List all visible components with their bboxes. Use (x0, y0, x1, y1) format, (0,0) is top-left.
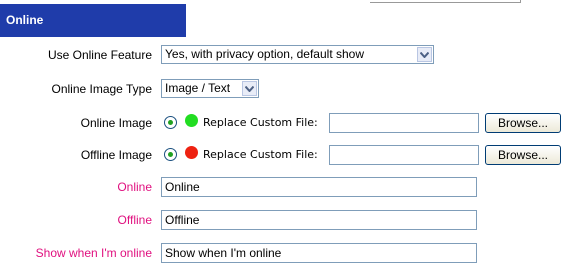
green-dot-icon (185, 114, 198, 127)
top-edge-fragment (370, 0, 521, 3)
chevron-down-icon[interactable] (242, 81, 257, 96)
row-online-image-type: Online Image Type Image / Text (0, 78, 569, 100)
radio-selected-icon (168, 120, 173, 125)
online-image-type-select[interactable]: Image / Text (161, 79, 259, 98)
offline-replace-label: Replace Custom File: (203, 148, 318, 161)
online-image-browse-button[interactable]: Browse... (485, 113, 561, 133)
red-dot-icon (185, 146, 198, 159)
row-online-text: Online Online (0, 176, 569, 198)
offline-text-input[interactable]: Offline (161, 210, 477, 230)
use-online-feature-select[interactable]: Yes, with privacy option, default show (161, 45, 434, 64)
show-when-online-input[interactable]: Show when I'm online (161, 243, 477, 263)
row-offline-image: Offline Image Replace Custom File: Brows… (0, 144, 569, 166)
offline-image-browse-button[interactable]: Browse... (485, 145, 561, 165)
section-header: Online (0, 4, 186, 37)
section-title: Online (6, 13, 44, 27)
radio-selected-icon (168, 152, 173, 157)
offline-image-radio[interactable] (164, 148, 177, 161)
online-replace-label: Replace Custom File: (203, 116, 318, 129)
chevron-down-icon[interactable] (417, 47, 432, 62)
use-online-feature-value: Yes, with privacy option, default show (165, 47, 365, 61)
offline-image-file-input[interactable] (329, 145, 479, 165)
offline-text-label: Offline (117, 213, 152, 227)
use-online-feature-label: Use Online Feature (47, 48, 152, 62)
offline-image-label: Offline Image (80, 148, 152, 162)
row-offline-text: Offline Offline (0, 209, 569, 231)
row-online-image: Online Image Replace Custom File: Browse… (0, 112, 569, 134)
row-show-when-online: Show when I'm online Show when I'm onlin… (0, 242, 569, 264)
online-text-input[interactable]: Online (161, 177, 477, 197)
online-text-label: Online (117, 180, 152, 194)
row-use-online-feature: Use Online Feature Yes, with privacy opt… (0, 44, 569, 66)
online-image-radio[interactable] (164, 116, 177, 129)
online-image-type-label: Online Image Type (51, 82, 152, 96)
online-image-type-value: Image / Text (165, 81, 231, 95)
show-when-online-label: Show when I'm online (35, 246, 152, 260)
online-image-label: Online Image (80, 116, 152, 130)
online-image-file-input[interactable] (329, 113, 479, 133)
